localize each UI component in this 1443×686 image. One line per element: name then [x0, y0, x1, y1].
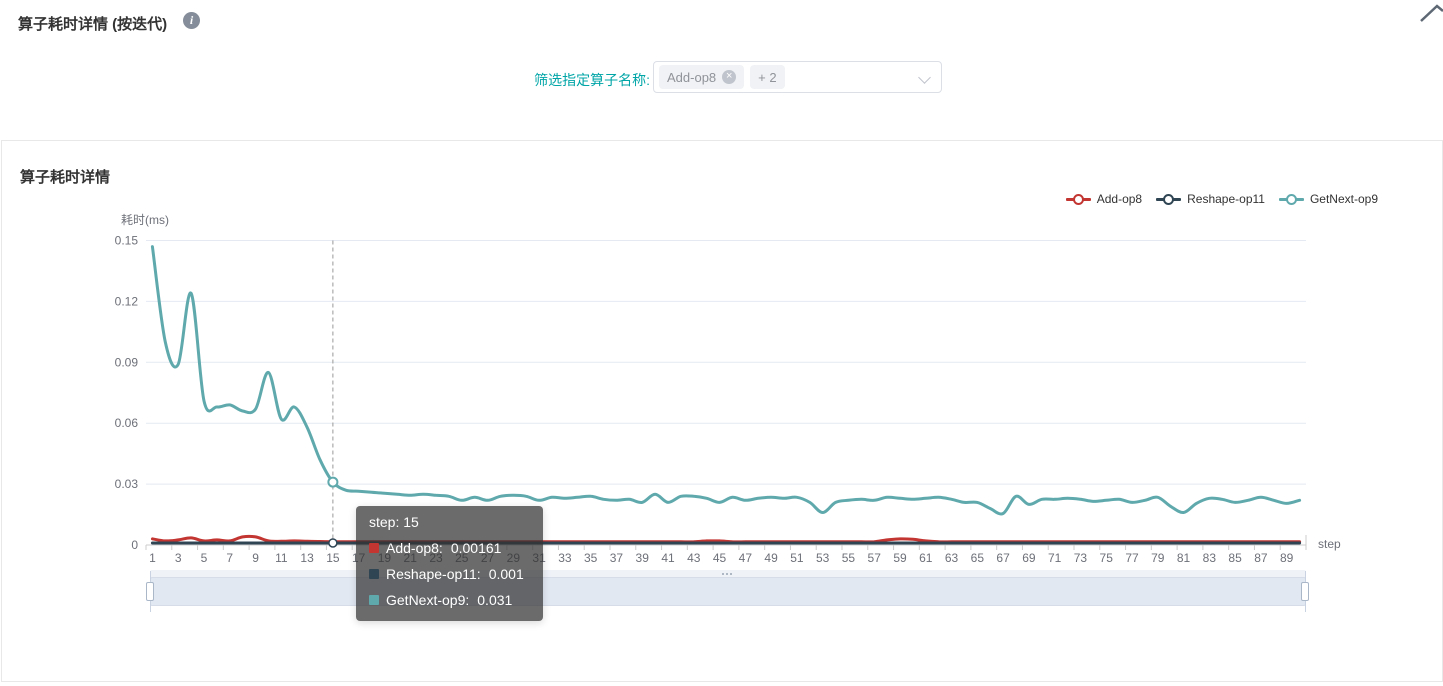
legend-item-add-op8[interactable]: Add-op8 [1065, 192, 1142, 206]
corner-collapse-icon[interactable] [1420, 4, 1443, 22]
page-title: 算子耗时详情 (按迭代) [18, 16, 168, 33]
legend-marker-icon [1156, 194, 1182, 205]
chart-plot-area[interactable] [146, 240, 1306, 545]
y-axis-name: 耗时(ms) [121, 213, 169, 227]
operator-select[interactable]: Add-op8 × + 2 [653, 61, 942, 93]
legend-item-reshape-op11[interactable]: Reshape-op11 [1156, 192, 1265, 206]
series-color-icon [369, 543, 379, 553]
x-axis-name: step [1318, 537, 1341, 551]
datazoom-left-handle[interactable] [146, 582, 154, 601]
tag-label: + 2 [758, 69, 777, 85]
more-operators-tag[interactable]: + 2 [750, 65, 785, 89]
chevron-down-icon[interactable] [918, 71, 931, 84]
legend-marker-icon [1278, 194, 1304, 205]
tooltip-row: Reshape-op11: 0.001 [369, 561, 530, 587]
legend-marker-icon [1065, 194, 1091, 205]
chart-legend: Add-op8 Reshape-op11 GetNext-op9 [1065, 192, 1378, 206]
selected-operator-tag[interactable]: Add-op8 × [659, 65, 745, 89]
series-color-icon [369, 569, 379, 579]
tooltip-row: GetNext-op9: 0.031 [369, 587, 530, 613]
info-icon[interactable]: i [183, 12, 200, 29]
datazoom-slider[interactable] [150, 577, 1306, 606]
datazoom-right-handle[interactable] [1301, 582, 1309, 601]
legend-item-getnext-op9[interactable]: GetNext-op9 [1278, 192, 1378, 206]
series-color-icon [369, 595, 379, 605]
card-title: 算子耗时详情 [20, 169, 111, 186]
tag-label: Add-op8 [667, 69, 717, 85]
filter-label: 筛选指定算子名称: [534, 72, 650, 88]
tag-close-icon[interactable]: × [722, 70, 737, 84]
tooltip-row: Add-op8: 0.00161 [369, 535, 530, 561]
chart-tooltip: step: 15 Add-op8: 0.00161 Reshape-op11: … [356, 506, 543, 621]
page: 算子耗时详情 (按迭代) i 筛选指定算子名称: Add-op8 × + 2 算… [0, 0, 1443, 686]
datazoom-grip-icon [722, 573, 732, 575]
tooltip-step: step: 15 [369, 514, 419, 530]
